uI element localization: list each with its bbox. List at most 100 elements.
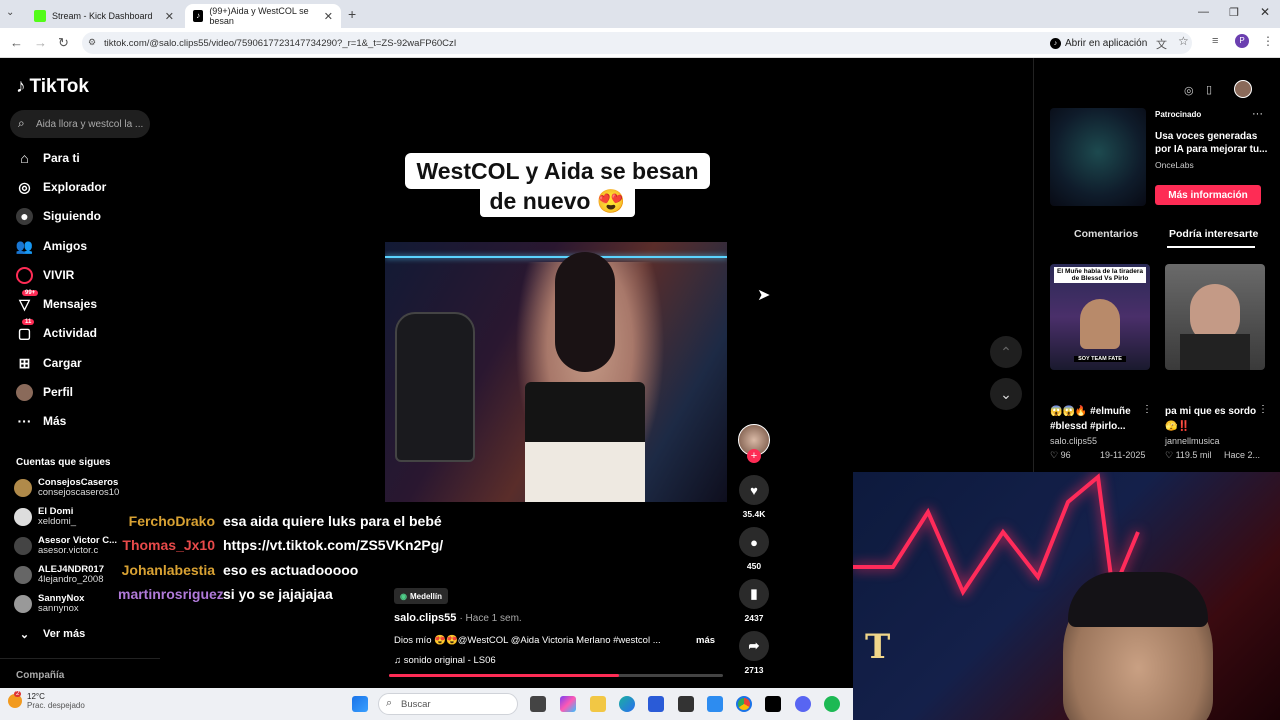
- nav-perfil[interactable]: Perfil: [16, 381, 156, 403]
- store-icon[interactable]: [648, 696, 664, 712]
- ad-more-icon[interactable]: ···: [1252, 108, 1263, 120]
- media-controls-icon[interactable]: ≡: [1212, 35, 1218, 47]
- location-tag[interactable]: ◉ Medellín: [394, 588, 448, 604]
- person-pants: [525, 442, 645, 502]
- ad-text: Usa voces generadas por IA para mejorar …: [1155, 131, 1268, 155]
- nav-vivir[interactable]: VIVIR: [16, 264, 156, 286]
- site-info-icon[interactable]: ⚙: [88, 37, 96, 48]
- caption-line-1: WestCOL y Aida se besan: [405, 153, 710, 189]
- tab-comments[interactable]: Comentarios: [1074, 228, 1138, 240]
- live-icon: [16, 266, 33, 284]
- video-player[interactable]: [385, 242, 727, 502]
- translate-icon[interactable]: 文: [1156, 36, 1167, 52]
- more-icon: ···: [17, 413, 32, 429]
- close-tab-icon[interactable]: ✕: [165, 10, 174, 23]
- tab-podria-interesarte[interactable]: Podría interesarte: [1169, 228, 1258, 240]
- chrome-icon[interactable]: [736, 696, 752, 712]
- file-explorer-icon[interactable]: [590, 696, 606, 712]
- edge-icon[interactable]: [619, 696, 635, 712]
- more-info-button[interactable]: Más información: [1155, 185, 1261, 205]
- search-input[interactable]: ⌕ Aida llora y westcol la ...: [10, 110, 150, 138]
- discord-icon[interactable]: [795, 696, 811, 712]
- start-windows-icon[interactable]: [352, 696, 368, 712]
- sound-link[interactable]: ♫ sonido original - LS06: [394, 655, 496, 666]
- like-button[interactable]: ♥ 35.4K: [738, 475, 770, 519]
- tiktok-logo[interactable]: ♪ TikTok: [16, 76, 89, 98]
- close-tab-icon[interactable]: ✕: [324, 10, 333, 23]
- spotify-icon[interactable]: [824, 696, 840, 712]
- nav-mas[interactable]: ··· Más: [16, 410, 156, 432]
- video-description: Dios mío 😍😍@WestCOL @Aida Victoria Merla…: [394, 635, 724, 646]
- forward-icon[interactable]: →: [34, 35, 47, 50]
- nav-explorador[interactable]: ◎ Explorador: [16, 176, 156, 198]
- suggested-video-thumbnail[interactable]: El Muñe habla de la tiradera de Blessd V…: [1050, 264, 1150, 370]
- author-name[interactable]: salo.clips55: [394, 612, 456, 624]
- following-account[interactable]: ALEJ4NDR017 4lejandro_2008: [14, 561, 104, 589]
- menu-kebab-icon[interactable]: ⋮: [1262, 34, 1274, 48]
- windows-taskbar: 2 12°C Prac. despejado ⌕ Buscar: [0, 688, 853, 720]
- following-account[interactable]: SannyNox sannynox: [14, 590, 84, 618]
- tab-tiktok-video[interactable]: ♪ (99+)Aida y WestCOL se besan ✕: [185, 4, 341, 28]
- device-icon[interactable]: ▯: [1206, 83, 1212, 96]
- suggested-video-likes: ♡ 96: [1050, 450, 1071, 460]
- weather-widget[interactable]: 2 12°C Prac. despejado: [8, 691, 85, 710]
- ad-brand[interactable]: OnceLabs: [1155, 160, 1194, 170]
- suggested-video-title[interactable]: 😱😱🔥 #elmuñe #blessd #pirlo...: [1050, 404, 1150, 434]
- share-button[interactable]: ➦ 2713: [738, 631, 770, 675]
- search-icon: ⌕: [18, 116, 25, 130]
- nav-cargar[interactable]: ⊞ Cargar: [16, 352, 156, 374]
- following-account[interactable]: El Domi xeldomi_: [14, 503, 76, 531]
- nav-para-ti[interactable]: ⌂ Para ti: [16, 147, 156, 169]
- following-account[interactable]: ConsejosCaseros consejoscaseros10: [14, 474, 119, 502]
- video-author[interactable]: salo.clips55 · Hace 1 sem.: [394, 612, 522, 624]
- video-more-icon[interactable]: ⋮: [1258, 404, 1268, 415]
- nav-amigos[interactable]: 👥 Amigos: [16, 235, 156, 257]
- nav-actividad[interactable]: ▢ 11 Actividad: [16, 318, 156, 344]
- user-avatar[interactable]: [1234, 80, 1252, 98]
- copilot-icon[interactable]: [560, 696, 576, 712]
- bookmark-icon: ▮: [739, 579, 769, 609]
- compass-icon: ◎: [18, 178, 31, 195]
- url-field[interactable]: ⚙ tiktok.com/@salo.clips55/video/7590617…: [82, 32, 1192, 54]
- tiktok-app-icon: ♪: [1050, 37, 1061, 49]
- sponsored-label: Patrocinado: [1155, 110, 1202, 119]
- save-button[interactable]: ▮ 2437: [738, 579, 770, 623]
- tab-list-icon[interactable]: ⌄: [6, 7, 14, 18]
- minimize-icon[interactable]: —: [1198, 6, 1209, 18]
- following-account[interactable]: Asesor Victor C... asesor.victor.c: [14, 532, 117, 560]
- app-icon[interactable]: [707, 696, 723, 712]
- suggested-video-thumbnail[interactable]: [1165, 264, 1265, 370]
- thumbnail-badge: SOY TEAM FATE: [1074, 356, 1126, 362]
- video-progress-bar[interactable]: [389, 674, 723, 677]
- nav-mensajes[interactable]: ▽ 99+ Mensajes: [16, 289, 156, 315]
- nav-siguiendo[interactable]: ● Siguiendo: [16, 205, 156, 227]
- ad-thumbnail[interactable]: [1050, 108, 1146, 206]
- person-hair: [555, 252, 615, 372]
- tiktok-taskbar-icon[interactable]: [765, 696, 781, 712]
- explore-icon[interactable]: ◎: [1184, 84, 1194, 97]
- suggested-video-author[interactable]: salo.clips55: [1050, 436, 1097, 446]
- tab-kick-dashboard[interactable]: Stream - Kick Dashboard ✕: [26, 4, 182, 28]
- bookmark-star-icon[interactable]: ☆: [1178, 34, 1189, 48]
- taskbar-search[interactable]: ⌕ Buscar: [378, 693, 518, 715]
- see-more-button[interactable]: ⌄ Ver más: [16, 623, 156, 645]
- suggested-video-author[interactable]: jannellmusica: [1165, 436, 1220, 446]
- follow-plus-icon[interactable]: +: [747, 449, 761, 463]
- avatar: [14, 508, 32, 526]
- app-icon[interactable]: [678, 696, 694, 712]
- previous-video-button[interactable]: ⌃: [990, 336, 1022, 368]
- reload-icon[interactable]: ↻: [58, 35, 69, 51]
- restore-icon[interactable]: ❐: [1229, 6, 1239, 19]
- profile-avatar[interactable]: P: [1235, 34, 1249, 48]
- close-window-icon[interactable]: ✕: [1260, 5, 1270, 19]
- video-more-icon[interactable]: ⋮: [1142, 404, 1152, 415]
- company-link[interactable]: Compañía: [16, 670, 64, 681]
- suggested-video-title[interactable]: pa mi que es sordo 🫣‼️: [1165, 404, 1265, 434]
- open-in-app-button[interactable]: ♪ Abrir en aplicación: [1050, 32, 1147, 54]
- back-icon[interactable]: ←: [10, 35, 23, 50]
- new-tab-icon[interactable]: +: [348, 6, 356, 22]
- more-button[interactable]: más: [696, 635, 715, 646]
- next-video-button[interactable]: ⌄: [990, 378, 1022, 410]
- task-view-icon[interactable]: [530, 696, 546, 712]
- comment-button[interactable]: ● 450: [738, 527, 770, 571]
